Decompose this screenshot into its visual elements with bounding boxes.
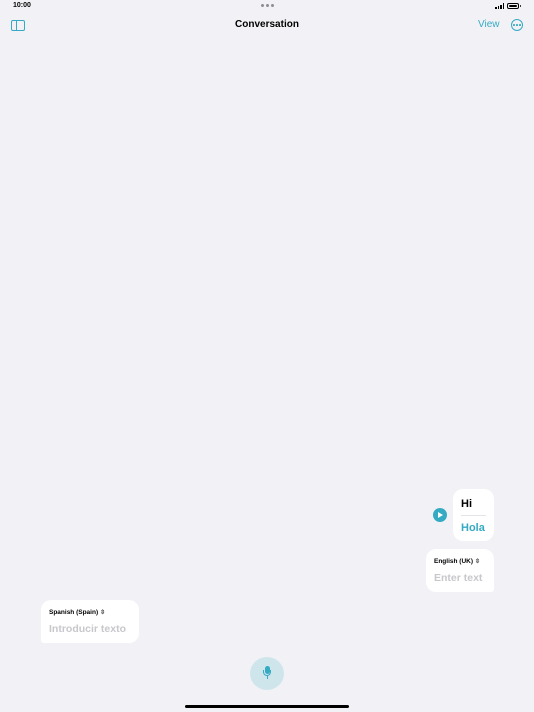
microphone-button[interactable] xyxy=(250,657,284,690)
home-indicator[interactable] xyxy=(185,705,349,708)
english-text-input[interactable]: Enter text xyxy=(434,572,486,584)
language-label: Spanish (Spain) xyxy=(49,609,99,616)
source-text: Hi xyxy=(461,498,472,510)
spanish-language-selector[interactable]: Spanish (Spain) ⇳ xyxy=(49,609,131,616)
more-options-icon[interactable] xyxy=(511,19,523,31)
spanish-text-input[interactable]: Introducir texto xyxy=(49,623,131,635)
english-language-selector[interactable]: English (UK) ⇳ xyxy=(434,558,486,565)
bubble-divider xyxy=(461,515,486,516)
translation-bubble[interactable]: Hi Hola xyxy=(453,489,494,541)
spanish-input-bubble[interactable]: Spanish (Spain) ⇳ Introducir texto xyxy=(41,600,139,643)
navigation-bar: Conversation View xyxy=(0,14,534,38)
page-title: Conversation xyxy=(235,19,299,30)
view-button[interactable]: View xyxy=(478,19,500,30)
chevron-updown-icon: ⇳ xyxy=(475,558,481,565)
language-label: English (UK) xyxy=(434,558,473,565)
battery-icon xyxy=(507,3,521,9)
cellular-signal-icon xyxy=(495,3,504,9)
chevron-updown-icon: ⇳ xyxy=(100,609,106,616)
status-bar: 10:00 xyxy=(0,0,534,14)
multitasking-dots-icon[interactable] xyxy=(261,4,274,7)
english-input-bubble[interactable]: English (UK) ⇳ Enter text xyxy=(426,549,494,592)
status-time: 10:00 xyxy=(13,2,31,9)
microphone-icon xyxy=(263,666,271,679)
play-icon[interactable] xyxy=(433,508,447,522)
translated-text: Hola xyxy=(461,521,485,534)
